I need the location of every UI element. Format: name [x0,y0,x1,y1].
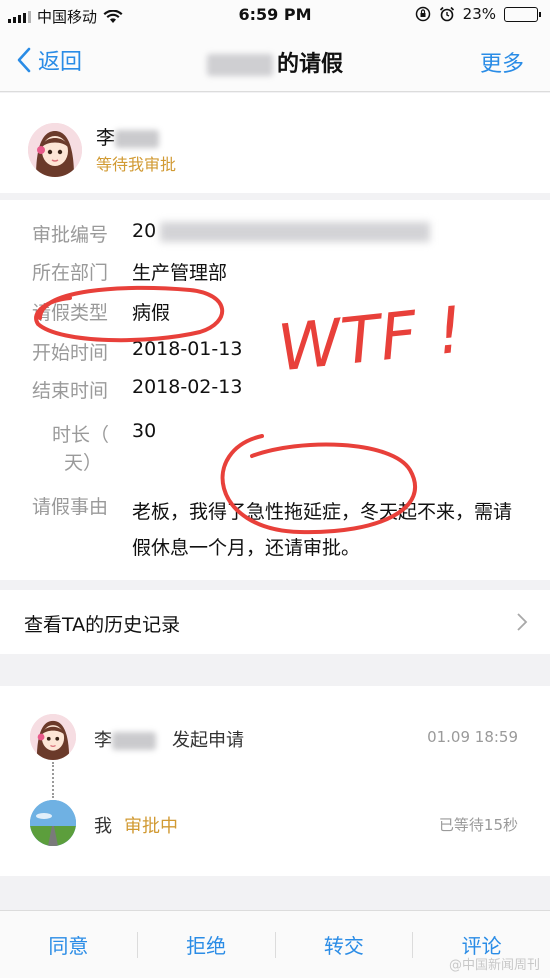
history-link[interactable]: 查看TA的历史记录 [0,590,550,654]
girl-avatar-icon [28,123,82,177]
avatar [30,714,76,760]
status-right: 23% [415,5,541,23]
reason-label: 请假事由 [32,496,109,518]
redacted-name [206,54,273,76]
watermark: @中国新闻周刊 [448,958,540,973]
reason-value: 老板，我得了急性拖延症，冬天起不来，需请假休息一个月，还请审批。 [132,501,513,559]
redacted-name [112,732,156,750]
department-row: 所在部门 生产管理部 [32,258,227,285]
details-card: 审批编号 20 所在部门 生产管理部 请假类型 病假 开始时间 2018-01-… [0,200,550,580]
timeline-status: 审批中 [124,816,178,837]
serial-row: 审批编号 20 [32,220,431,247]
leave-type-label: 请假类型 [32,302,109,324]
timeline-applicant-name: 李 [94,726,156,752]
serial-label: 审批编号 [32,224,109,246]
page-title-suffix: 的请假 [276,52,343,77]
end-time-row: 结束时间 2018-02-13 [32,376,242,403]
reject-button[interactable]: 拒绝 [138,930,275,959]
reason-row: 请假事由 [32,492,132,519]
start-time-row: 开始时间 2018-01-13 [32,338,242,365]
start-time-value: 2018-01-13 [132,338,243,360]
end-time-value: 2018-02-13 [132,376,243,398]
avatar [30,800,76,846]
duration-unit-label: 天） [64,452,103,474]
duration-row: 时长（ 30 [52,420,156,447]
serial-value-text: 20 [132,220,157,242]
alarm-icon [439,6,454,22]
page-title: 的请假 [0,46,550,78]
girl-avatar-icon [30,714,76,760]
serial-value: 20 [132,220,431,247]
avatar [28,123,82,177]
start-time-label: 开始时间 [32,342,109,364]
battery-percent: 23% [462,5,496,23]
duration-value: 30 [132,420,157,442]
timeline-time: 01.09 18:59 [427,728,518,746]
rotation-lock-icon [415,6,430,22]
approve-button[interactable]: 同意 [0,930,137,959]
leave-type-row: 请假类型 病假 [32,298,170,325]
status-bar: 中国移动 6:59 PM 23% [0,0,550,30]
timeline-approver-name: 我 [94,816,112,837]
redacted-serial [160,221,431,242]
department-value: 生产管理部 [132,262,228,284]
applicant-name: 李 [96,123,160,150]
approval-timeline: 李 发起申请 01.09 18:59 我 审批中 已等待15秒 [0,686,550,876]
battery-icon [504,6,541,22]
status-badge: 等待我审批 [96,155,177,174]
timeline-wait-time: 已等待15秒 [438,816,518,834]
timeline-connector [52,762,54,798]
duration-label: 时长（ [52,424,110,446]
timeline-action: 发起申请 [172,730,244,751]
redacted-name [115,129,160,148]
applicant-card: 李 等待我审批 [0,93,550,193]
more-button[interactable]: 更多 [480,46,524,78]
nav-bar: 返回 的请假 更多 [0,30,550,92]
transfer-button[interactable]: 转交 [276,930,413,959]
chevron-right-icon [517,613,528,631]
leave-type-value: 病假 [132,302,171,324]
history-label: 查看TA的历史记录 [24,614,181,636]
landscape-avatar-icon [30,800,76,846]
applicant-name-text: 李 [96,127,116,149]
department-label: 所在部门 [32,262,109,284]
timeline-applicant-name-text: 李 [94,730,112,751]
end-time-label: 结束时间 [32,380,109,402]
